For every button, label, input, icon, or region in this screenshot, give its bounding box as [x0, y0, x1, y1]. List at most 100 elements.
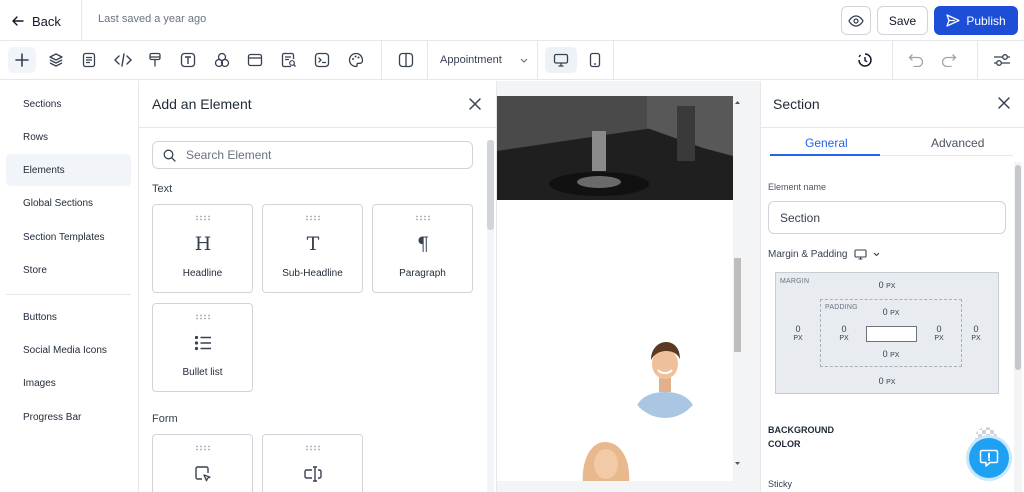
terminal-icon[interactable] [310, 48, 334, 72]
card-label: Bullet list [182, 367, 223, 378]
nav-item-buttons[interactable]: Buttons [6, 301, 131, 333]
page-preview[interactable] [497, 96, 733, 481]
drag-grip-icon [195, 215, 211, 221]
text-icon[interactable] [176, 48, 200, 72]
paint-brush-icon[interactable] [143, 48, 167, 72]
desktop-icon[interactable] [545, 47, 577, 73]
divider [381, 41, 382, 80]
padding-right-value[interactable]: 0 PX [925, 324, 953, 344]
tab-advanced[interactable]: Advanced [931, 136, 984, 150]
redo-icon[interactable] [937, 48, 961, 72]
close-icon[interactable] [466, 95, 484, 113]
padding-label: PADDING [825, 304, 858, 311]
nav-item-images[interactable]: Images [6, 367, 131, 399]
divider [6, 294, 131, 295]
padding-top-value[interactable]: 0 PX [876, 307, 906, 319]
element-card-headline[interactable]: H Headline [152, 204, 253, 293]
form-section-label: Form [152, 413, 178, 425]
nav-item-sections[interactable]: Sections [6, 88, 131, 120]
nav-item-elements[interactable]: Elements [6, 154, 131, 186]
chat-support-button[interactable] [969, 438, 1009, 478]
bullet-list-icon [192, 332, 214, 354]
panel-title: Add an Element [152, 96, 252, 112]
panel-scrollbar-thumb[interactable] [487, 140, 494, 230]
element-card-bullet-list[interactable]: Bullet list [152, 303, 253, 392]
margin-label: MARGIN [780, 278, 810, 285]
headline-icon: H [194, 233, 212, 255]
avatar-man[interactable] [629, 334, 701, 418]
tab-general[interactable]: General [805, 136, 848, 150]
text-section-label: Text [152, 183, 173, 195]
back-label: Back [32, 13, 61, 29]
drag-grip-icon [195, 445, 211, 451]
avatar-woman[interactable] [575, 434, 635, 481]
sub-headline-icon: T [306, 233, 320, 255]
padding-bottom-value[interactable]: 0 PX [876, 349, 906, 361]
code-icon[interactable] [111, 48, 135, 72]
divider [892, 41, 893, 80]
card-label: Paragraph [399, 268, 446, 279]
nav-item-social-media-icons[interactable]: Social Media Icons [6, 334, 131, 366]
close-icon[interactable] [996, 95, 1012, 111]
shapes-icon[interactable] [210, 48, 234, 72]
layers-icon[interactable] [44, 48, 68, 72]
publish-button[interactable]: Publish [934, 6, 1018, 35]
eye-icon [848, 14, 864, 27]
element-card-form[interactable] [152, 434, 253, 492]
content-box [866, 326, 917, 342]
search-element-box[interactable] [152, 141, 473, 169]
card-label: Headline [182, 268, 223, 279]
nav-item-rows[interactable]: Rows [6, 121, 131, 153]
template-select[interactable]: Appointment [440, 54, 528, 66]
card-label: Sub-Headline [282, 268, 343, 279]
publish-label: Publish [966, 13, 1006, 28]
margin-padding-text: Margin & Padding [768, 249, 848, 260]
divider [760, 127, 1024, 128]
margin-left-value[interactable]: 0 PX [784, 324, 812, 344]
palette-icon[interactable] [344, 48, 368, 72]
search-document-icon[interactable] [277, 48, 301, 72]
margin-padding-label[interactable]: Margin & Padding [768, 249, 880, 260]
settings-sliders-icon[interactable] [990, 48, 1014, 72]
padding-left-value[interactable]: 0 PX [830, 324, 858, 344]
chevron-down-icon [873, 252, 880, 257]
nav-item-progress-bar[interactable]: Progress Bar [6, 401, 131, 433]
mobile-icon[interactable] [583, 48, 607, 72]
properties-scrollbar-thumb[interactable] [1015, 165, 1021, 370]
active-tab-indicator [770, 154, 880, 156]
element-card-input[interactable] [262, 434, 363, 492]
desktop-icon [853, 249, 867, 260]
margin-top-value[interactable]: 0 PX [872, 280, 902, 292]
element-name-input[interactable] [768, 201, 1006, 234]
element-card-sub-headline[interactable]: T Sub-Headline [262, 204, 363, 293]
nav-item-global-sections[interactable]: Global Sections [6, 187, 131, 219]
paragraph-icon: ¶ [416, 233, 430, 255]
back-button[interactable]: Back [12, 11, 61, 31]
template-select-value: Appointment [440, 54, 502, 66]
search-icon [163, 149, 176, 162]
hero-image[interactable] [497, 96, 733, 200]
panel-split-icon[interactable] [394, 48, 418, 72]
page-icon[interactable] [77, 48, 101, 72]
history-icon[interactable] [853, 48, 877, 72]
save-button[interactable]: Save [877, 6, 928, 35]
chevron-down-icon [520, 58, 528, 63]
undo-icon[interactable] [904, 48, 928, 72]
layout-icon[interactable] [243, 48, 267, 72]
preview-button[interactable] [841, 6, 871, 35]
drag-grip-icon [305, 215, 321, 221]
element-card-paragraph[interactable]: ¶ Paragraph [372, 204, 473, 293]
sticky-label: Sticky [768, 479, 793, 489]
search-element-input[interactable] [186, 148, 456, 162]
add-icon[interactable] [8, 47, 36, 73]
margin-right-value[interactable]: 0 PX [962, 324, 990, 344]
element-name-label: Element name [768, 182, 827, 192]
nav-item-section-templates[interactable]: Section Templates [6, 221, 131, 253]
canvas-scrollbar-thumb[interactable] [734, 258, 741, 352]
background-color-label: BACKGROUND COLOR [768, 425, 834, 449]
nav-item-store[interactable]: Store [6, 254, 131, 286]
divider [537, 41, 538, 80]
margin-bottom-value[interactable]: 0 PX [872, 376, 902, 388]
arrow-left-icon [12, 15, 24, 27]
drag-grip-icon [305, 445, 321, 451]
